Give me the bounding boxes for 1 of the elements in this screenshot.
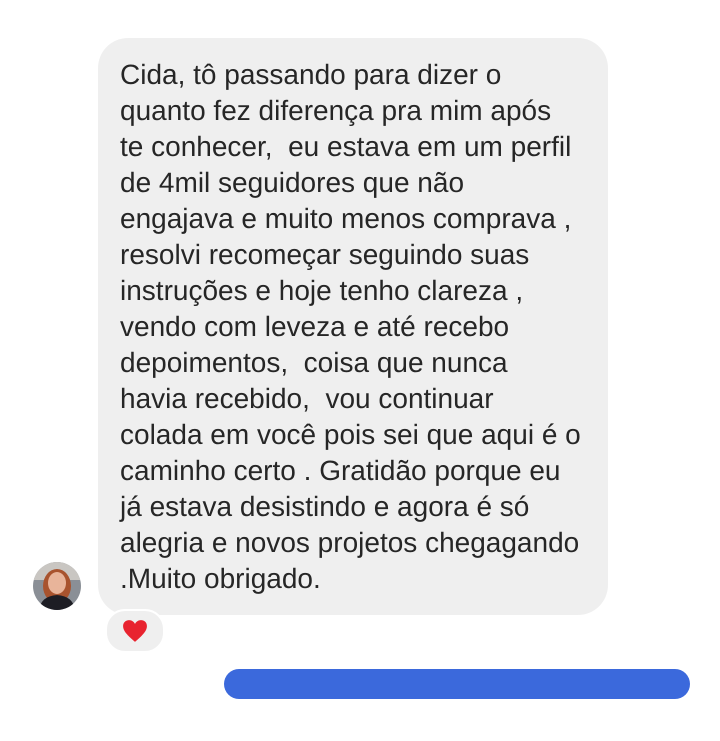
message-bubble: Cida, tô passando para dizer o quanto fez diferença pra mim após te conhecer, eu estava em um perfil de 4mil seguidores que não engajava e muito menos comprava , resolvi recomeçar seguindo suas instruções e hoje tenho clareza , vendo com leveza e até recebo depoimentos, coisa que nunca havia recebido, vou continuar colada em você pois sei que aqui é o caminho certo . Gratidão porque eu já estava desistindo e agora é só alegria e novos projetos chegagando .Muito obrigado. <box>98 38 608 615</box>
